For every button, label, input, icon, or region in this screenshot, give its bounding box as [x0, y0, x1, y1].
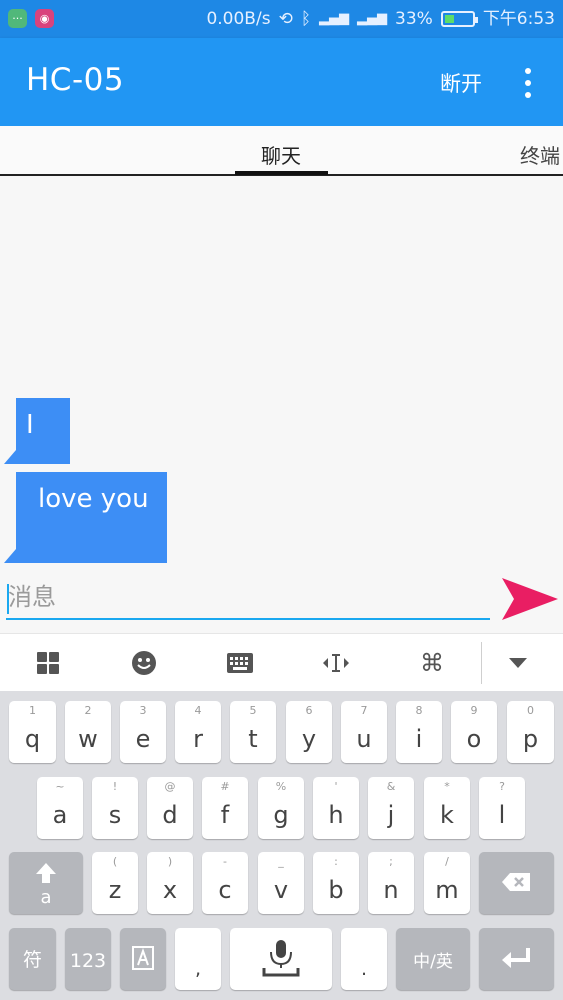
status-bar: ··· ◉ 0.00B/s ⟲ ᛒ ▂▄▆ ▂▄▆ 33% 下午6:53	[0, 0, 563, 38]
language-switch-key[interactable]: 中/英	[396, 928, 470, 990]
handwriting-key[interactable]	[120, 928, 166, 990]
key-u[interactable]: 7u	[341, 701, 387, 763]
key-s[interactable]: ! s	[92, 777, 138, 839]
key-m[interactable]: / m	[424, 852, 470, 914]
key-b[interactable]: :b	[313, 852, 359, 914]
key-l[interactable]: ? l	[479, 777, 525, 839]
battery-percent: 33%	[395, 9, 433, 29]
symbols-key[interactable]: 符	[9, 928, 56, 990]
space-key[interactable]	[230, 928, 332, 990]
net-speed: 0.00B/s	[206, 9, 271, 29]
key-c[interactable]: -c	[202, 852, 248, 914]
rotation-icon: ⟲	[278, 9, 293, 29]
key-w[interactable]: 2w	[65, 701, 111, 763]
chat-area[interactable]: I love you	[0, 178, 563, 633]
key-y[interactable]: 6y	[286, 701, 332, 763]
backspace-icon	[502, 873, 530, 891]
toolbar-divider	[481, 642, 482, 684]
key-f[interactable]: # f	[202, 777, 248, 839]
apps-grid-icon[interactable]	[33, 648, 63, 678]
message-text: love you	[38, 484, 149, 514]
battery-level	[444, 15, 454, 23]
message-text: I	[26, 410, 34, 440]
keyboard-icon[interactable]	[225, 648, 255, 678]
numbers-key[interactable]: 123	[65, 928, 111, 990]
message-bubble: love you	[4, 472, 167, 563]
shift-key[interactable]: a	[9, 852, 83, 914]
signal-icon: ▂▄▆	[357, 11, 388, 26]
message-input[interactable]	[6, 576, 490, 620]
enter-key[interactable]	[479, 928, 554, 990]
cursor-move-icon[interactable]	[321, 648, 351, 678]
shift-arrow-icon	[36, 863, 56, 883]
enter-icon	[502, 948, 530, 968]
key-z[interactable]: (z	[92, 852, 138, 914]
tab-indicator	[235, 171, 328, 175]
key-q[interactable]: 1q	[9, 701, 56, 763]
key-j[interactable]: & j	[368, 777, 414, 839]
bluetooth-icon: ᛒ	[300, 9, 312, 29]
app-notification-icon: ◉	[35, 9, 54, 28]
backspace-key[interactable]	[479, 852, 554, 914]
key-e[interactable]: 3e	[120, 701, 166, 763]
key-r[interactable]: 4r	[175, 701, 221, 763]
clock: 下午6:53	[482, 9, 555, 29]
keyboard-toolbar: ⌘	[0, 633, 563, 691]
key-i[interactable]: 8i	[396, 701, 442, 763]
key-g[interactable]: % g	[258, 777, 304, 839]
message-bubble: I	[4, 398, 70, 464]
send-arrow-icon[interactable]	[500, 576, 560, 622]
overflow-menu-icon[interactable]	[518, 68, 538, 98]
emoji-icon[interactable]	[129, 648, 159, 678]
wechat-notification-icon: ···	[8, 9, 27, 28]
microphone-icon	[262, 940, 300, 977]
key-d[interactable]: @ d	[147, 777, 193, 839]
handwriting-icon	[132, 946, 154, 970]
key-n[interactable]: ; n	[368, 852, 414, 914]
key-a[interactable]: ~ a	[37, 777, 83, 839]
collapse-icon[interactable]	[503, 648, 533, 678]
app-title: HC-05	[26, 62, 125, 98]
app-bar: HC-05 断开	[0, 38, 563, 126]
tab-chat[interactable]: 聊天	[261, 140, 301, 169]
key-o[interactable]: 9o	[451, 701, 497, 763]
key-h[interactable]: ' h	[313, 777, 359, 839]
period-key[interactable]: .	[341, 928, 387, 990]
key-v[interactable]: _ v	[258, 852, 304, 914]
tab-bar: 聊天 终端	[0, 126, 563, 176]
signal-4g-icon: ▂▄▆	[319, 11, 350, 26]
key-x[interactable]: ) x	[147, 852, 193, 914]
key-t[interactable]: 5t	[230, 701, 276, 763]
soft-keyboard: 1q 2w 3e 4r 5t 6y 7u 8i 9o 0p ~ a ! s @ d #…	[0, 691, 563, 1000]
tab-terminal[interactable]: 终端	[520, 140, 560, 169]
battery-icon	[440, 11, 478, 27]
key-p[interactable]: 0p	[507, 701, 554, 763]
command-icon[interactable]: ⌘	[417, 648, 447, 678]
key-k[interactable]: * k	[424, 777, 470, 839]
text-cursor	[7, 584, 9, 614]
disconnect-button[interactable]: 断开	[440, 68, 482, 98]
comma-key[interactable]: ,	[175, 928, 221, 990]
